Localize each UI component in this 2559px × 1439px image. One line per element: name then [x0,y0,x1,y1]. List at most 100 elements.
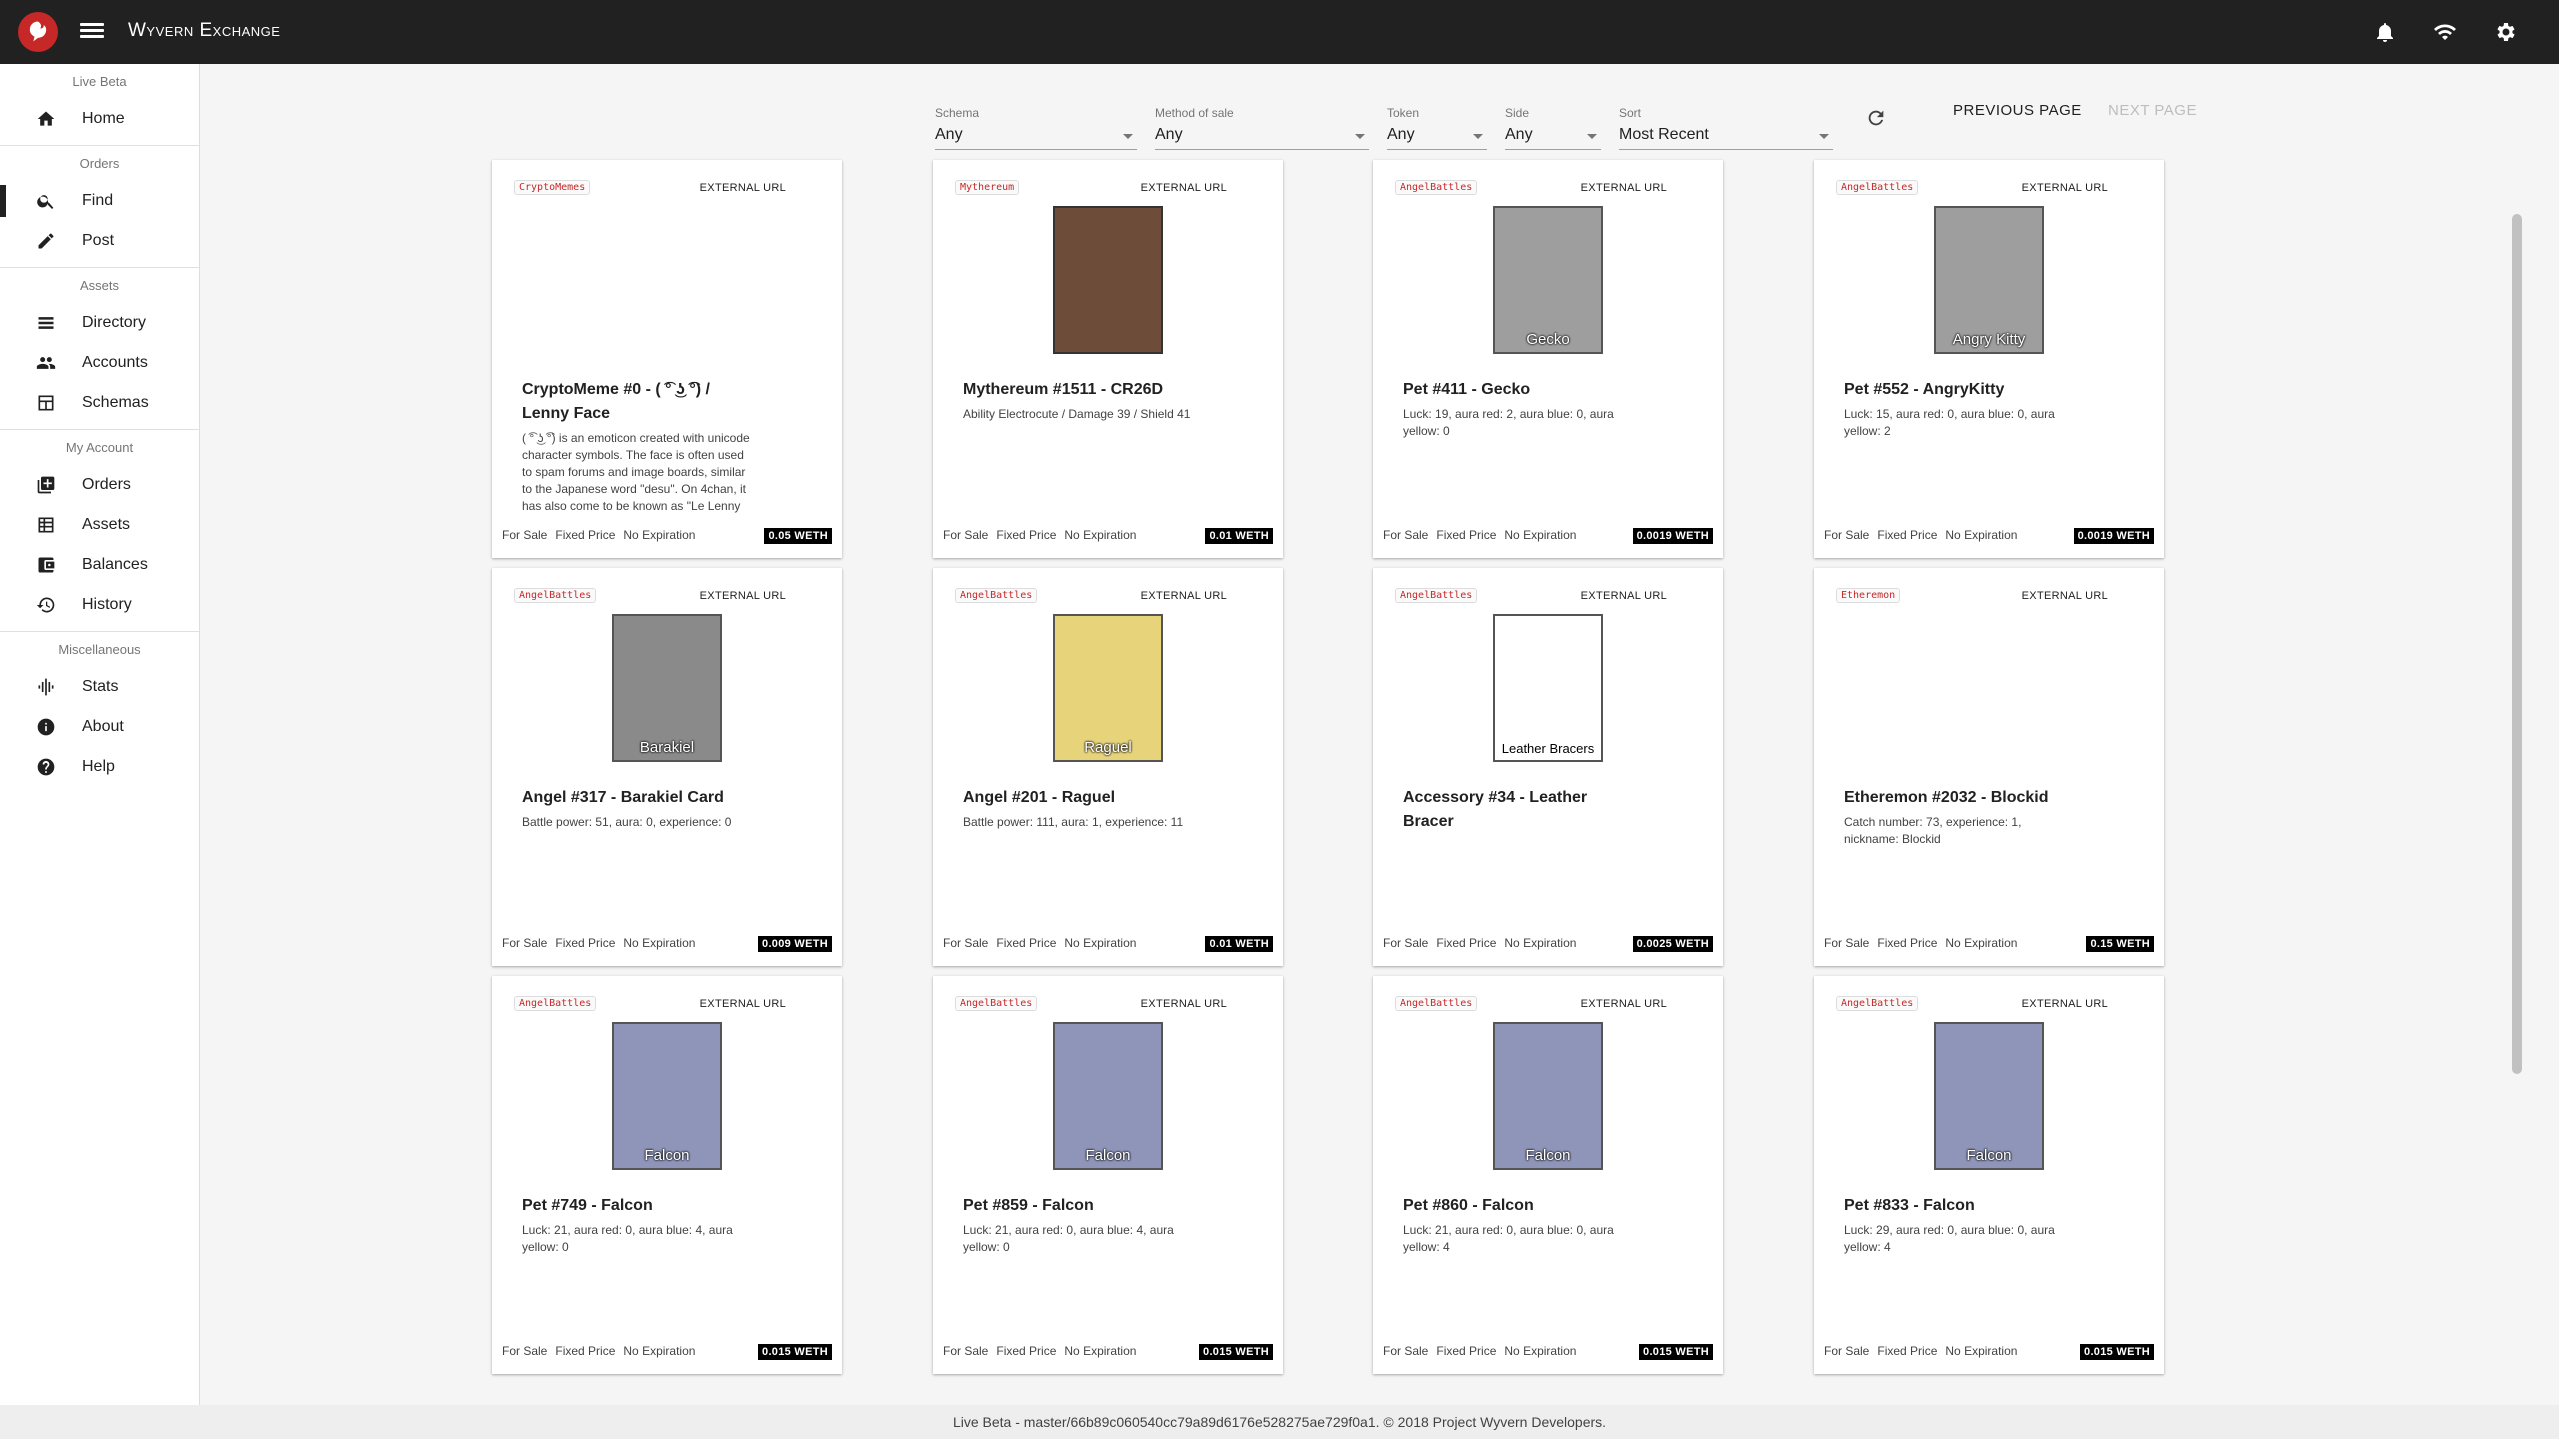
sale-status: For Sale [502,528,548,542]
wifi-signal-icon[interactable] [2431,18,2459,46]
schema-tag[interactable]: AngelBattles [514,996,597,1011]
asset-description: Luck: 21, aura red: 0, aura blue: 4, aur… [963,1223,1174,1254]
external-url-link[interactable]: EXTERNAL URL [700,998,786,1010]
refresh-icon[interactable] [1858,100,1894,136]
sidebar-item-about[interactable]: About [0,707,199,747]
sidebar-item-home[interactable]: Home [0,99,199,139]
expiration: No Expiration [623,528,696,542]
token-select[interactable]: Token Any [1387,106,1487,150]
external-url-link[interactable]: EXTERNAL URL [700,590,786,602]
order-card[interactable]: AngelBattles EXTERNAL URL Gecko Pet #411 - … [1373,160,1723,558]
sidebar-item-find[interactable]: Find [0,181,199,221]
sidebar-item-my-orders[interactable]: Orders [0,465,199,505]
schema-tag[interactable]: AngelBattles [514,588,597,603]
order-card[interactable]: Mythereum EXTERNAL URL Mythereum #1511 - C… [933,160,1283,558]
sidebar-header: Live Beta [72,74,127,89]
token-select-label: Token [1387,106,1420,120]
asset-title: CryptoMeme #0 - ( ͡° ͜ʖ ͡°) / Lenny Face [522,381,710,422]
sort-select[interactable]: Sort Most Recent [1619,106,1833,150]
schema-tag[interactable]: AngelBattles [1395,588,1478,603]
hamburger-menu-icon[interactable] [80,20,104,44]
order-card[interactable]: AngelBattles EXTERNAL URL Leather Bracers A… [1373,568,1723,966]
schema-select-value: Any [935,126,963,143]
info-icon [36,717,56,737]
schema-tag[interactable]: AngelBattles [1395,180,1478,195]
external-url-link[interactable]: EXTERNAL URL [1581,182,1667,194]
schema-select-label: Schema [935,106,980,120]
order-card[interactable]: AngelBattles EXTERNAL URL Falcon Pet #860 -… [1373,976,1723,1374]
external-url-link[interactable]: EXTERNAL URL [1581,590,1667,602]
sidebar-item-directory[interactable]: Directory [0,303,199,343]
order-card[interactable]: AngelBattles EXTERNAL URL Raguel Angel #201… [933,568,1283,966]
price-badge: 0.01 WETH [1205,936,1273,952]
asset-image-label: Barakiel [639,739,695,756]
method-of-sale-select[interactable]: Method of sale Any [1155,106,1369,150]
schema-tag[interactable]: AngelBattles [955,996,1038,1011]
schema-tag[interactable]: Etheremon [1836,588,1901,603]
sidebar-item-schemas[interactable]: Schemas [0,383,199,423]
order-card[interactable]: AngelBattles EXTERNAL URL Falcon Pet #859 -… [933,976,1283,1374]
sidebar-item-balances[interactable]: Balances [0,545,199,585]
chevron-down-icon [1355,134,1365,139]
asset-description: Luck: 21, aura red: 0, aura blue: 0, aur… [1403,1223,1614,1254]
asset-image: Barakiel [612,614,722,762]
schema-tag[interactable]: Mythereum [955,180,1020,195]
external-url-link[interactable]: EXTERNAL URL [1141,998,1227,1010]
sale-status: For Sale [1383,1344,1429,1358]
external-url-link[interactable]: EXTERNAL URL [2022,182,2108,194]
external-url-link[interactable]: EXTERNAL URL [2022,590,2108,602]
sidebar-item-history[interactable]: History [0,585,199,625]
sidebar-item-label: Home [82,110,125,127]
wyvern-logo-icon[interactable] [18,12,58,52]
expiration: No Expiration [1504,1344,1577,1358]
schema-tag[interactable]: AngelBattles [1836,996,1919,1011]
sidebar-item-my-assets[interactable]: Assets [0,505,199,545]
expiration: No Expiration [1504,936,1577,950]
filter-bar: Schema Any Method of sale Any Token Any … [935,90,1833,150]
asset-description: Luck: 15, aura red: 0, aura blue: 0, aur… [1844,407,2055,438]
scrollbar[interactable] [2512,214,2522,1074]
schema-select[interactable]: Schema Any [935,106,1137,150]
sidebar-item-stats[interactable]: Stats [0,667,199,707]
asset-image-label: Raguel [1084,739,1132,756]
notifications-bell-icon[interactable] [2371,18,2399,46]
order-card[interactable]: AngelBattles EXTERNAL URL Barakiel Angel #3… [492,568,842,966]
sidebar-item-label: Find [82,192,114,209]
sale-type: Fixed Price [996,1344,1057,1358]
settings-gear-icon[interactable] [2491,18,2519,46]
sidebar-item-help[interactable]: Help [0,747,199,787]
sidebar-section-orders: Orders Find Post [0,146,199,268]
external-url-link[interactable]: EXTERNAL URL [700,182,786,194]
order-card[interactable]: CryptoMemes EXTERNAL URL CryptoMeme #0 - (… [492,160,842,558]
side-select[interactable]: Side Any [1505,106,1601,150]
asset-image: Gecko [1493,206,1603,354]
asset-title: Pet #411 - Gecko [1403,381,1531,398]
schema-tag[interactable]: CryptoMemes [514,180,591,195]
sidebar-item-post[interactable]: Post [0,221,199,261]
order-card[interactable]: Etheremon EXTERNAL URL Etheremon #2032 - B… [1814,568,2164,966]
external-url-link[interactable]: EXTERNAL URL [1141,590,1227,602]
schema-tag[interactable]: AngelBattles [1395,996,1478,1011]
price-badge: 0.15 WETH [2086,936,2154,952]
expiration: No Expiration [1945,1344,2018,1358]
sidebar-item-accounts[interactable]: Accounts [0,343,199,383]
price-badge: 0.0019 WETH [2073,528,2154,544]
sale-type: Fixed Price [555,528,616,542]
order-card[interactable]: AngelBattles EXTERNAL URL Falcon Pet #833 -… [1814,976,2164,1374]
sale-type: Fixed Price [996,528,1057,542]
previous-page-button[interactable]: PREVIOUS PAGE [1953,102,2082,119]
external-url-link[interactable]: EXTERNAL URL [2022,998,2108,1010]
order-card[interactable]: AngelBattles EXTERNAL URL Falcon Pet #749 -… [492,976,842,1374]
schema-tag[interactable]: AngelBattles [1836,180,1919,195]
asset-description: Ability Electrocute / Damage 39 / Shield… [963,407,1191,421]
app-title[interactable]: Wyvern Exchange [128,20,280,42]
sale-status: For Sale [1824,936,1870,950]
sidebar-section-misc: Miscellaneous Stats About Help [0,632,199,793]
order-card[interactable]: AngelBattles EXTERNAL URL Angry Kitty Pet #… [1814,160,2164,558]
sidebar-item-label: About [82,718,124,735]
external-url-link[interactable]: EXTERNAL URL [1581,998,1667,1010]
schema-tag[interactable]: AngelBattles [955,588,1038,603]
external-url-link[interactable]: EXTERNAL URL [1141,182,1227,194]
next-page-button[interactable]: NEXT PAGE [2108,102,2197,119]
side-select-label: Side [1505,106,1530,120]
